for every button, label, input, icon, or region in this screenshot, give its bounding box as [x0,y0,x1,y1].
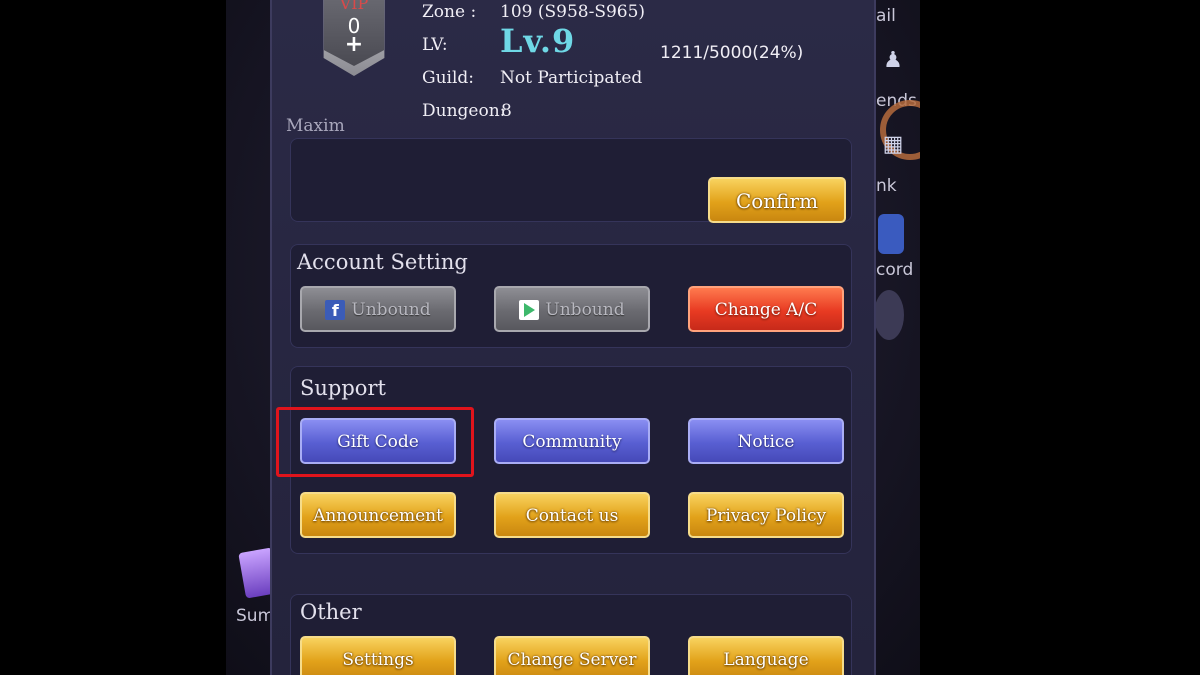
change-server-button[interactable]: Change Server [494,636,650,675]
circle-action-icon[interactable] [876,290,904,340]
confirm-button[interactable]: Confirm [708,177,846,223]
side-summon-label[interactable]: Sum [236,606,270,626]
dungeon-value: 8 [501,101,512,121]
side-rank-label[interactable]: nk [876,176,897,196]
notice-button[interactable]: Notice [688,418,844,464]
google-play-unbound-button[interactable]: Unbound [494,286,650,332]
dungeon-label: Dungeon: [422,101,506,121]
vip-plus-icon: + [344,32,364,57]
exp-value: 1211/5000(24%) [660,43,804,63]
contact-us-button[interactable]: Contact us [494,492,650,538]
lv-value: Lv.9 [500,22,576,60]
google-play-icon [519,300,540,320]
side-discord-label[interactable]: cord [876,260,913,280]
side-mail-label[interactable]: ail [876,6,896,26]
facebook-unbound-button[interactable]: f Unbound [300,286,456,332]
change-account-button[interactable]: Change A/C [688,286,844,332]
privacy-policy-button[interactable]: Privacy Policy [688,492,844,538]
right-side-menu: ail ♟ ends ▦ nk cord [876,0,920,675]
vip-badge[interactable]: VIP 0 + [316,0,392,76]
vip-label: VIP [339,0,369,13]
zone-label: Zone : [422,2,477,22]
letterbox-left [0,0,226,675]
gift-code-highlight-box [276,407,474,477]
left-side-menu: Sum [226,540,270,675]
guild-label: Guild: [422,68,475,88]
other-title: Other [300,600,362,624]
facebook-icon: f [325,300,346,320]
facebook-unbound-label: Unbound [351,300,431,320]
settings-button[interactable]: Settings [300,636,456,675]
zone-value: 109 (S958-S965) [500,2,646,22]
support-title: Support [300,376,386,400]
guild-value: Not Participated [500,68,643,88]
discord-icon[interactable] [878,214,904,254]
announcement-button[interactable]: Announcement [300,492,456,538]
language-button[interactable]: Language [688,636,844,675]
lv-label: LV: [422,35,448,55]
google-play-unbound-label: Unbound [545,300,625,320]
summon-cards-icon[interactable] [238,547,270,599]
letterbox-right [920,0,1200,675]
rank-icon[interactable]: ▦ [880,132,906,158]
account-setting-title: Account Setting [297,250,468,274]
friends-icon[interactable]: ♟ [880,48,906,74]
player-name-label: Maxim [286,116,345,136]
community-button[interactable]: Community [494,418,650,464]
